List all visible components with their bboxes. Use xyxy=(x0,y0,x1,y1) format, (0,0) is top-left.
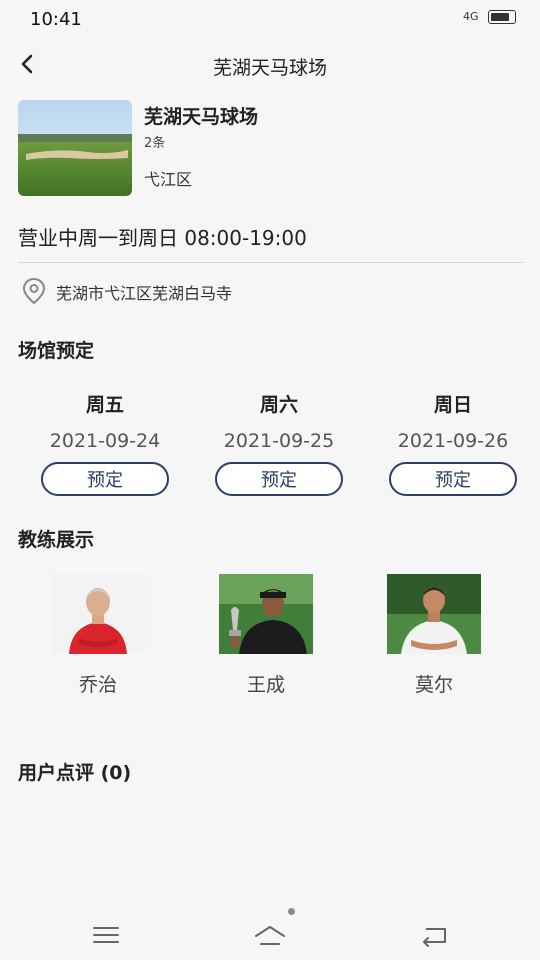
page-title: 芜湖天马球场 xyxy=(212,57,327,79)
status-bar: 10:41 4G xyxy=(0,0,540,40)
status-time: 10:41 xyxy=(30,9,82,30)
booking-day-sun: 周日 2021-09-26 预定 xyxy=(378,392,528,496)
coach-photo xyxy=(51,574,145,654)
status-indicators: 4G xyxy=(463,10,516,24)
coach-card[interactable]: 莫尔 xyxy=(387,574,481,697)
menu-button[interactable] xyxy=(89,920,123,950)
coach-card[interactable]: 乔治 xyxy=(51,574,145,697)
book-button[interactable]: 预定 xyxy=(215,462,343,496)
system-nav-bar xyxy=(0,904,540,960)
weekday-label: 周五 xyxy=(85,394,124,416)
venue-count: 2条 xyxy=(144,136,166,151)
return-icon xyxy=(423,928,446,947)
home-icon xyxy=(255,926,285,945)
nav-bar: 芜湖天马球场 xyxy=(0,40,540,90)
coaches-section-title: 教练展示 xyxy=(18,529,95,551)
back-nav-button[interactable] xyxy=(417,920,451,950)
location-pin-icon xyxy=(22,277,46,305)
booking-day-sat: 周六 2021-09-25 预定 xyxy=(204,392,354,496)
venue-district: 弋江区 xyxy=(144,170,193,189)
booking-day-fri: 周五 2021-09-24 预定 xyxy=(30,392,180,496)
coach-name: 莫尔 xyxy=(414,674,453,696)
home-button[interactable] xyxy=(253,920,287,950)
weekday-label: 周六 xyxy=(259,394,298,416)
reviews-section-title: 用户点评 (0) xyxy=(18,762,132,784)
date-label: 2021-09-26 xyxy=(397,430,509,452)
divider xyxy=(18,262,524,263)
coach-name: 王成 xyxy=(246,674,285,696)
date-label: 2021-09-25 xyxy=(223,430,335,452)
coach-photo xyxy=(387,574,481,654)
coach-name: 乔治 xyxy=(78,674,117,696)
venue-thumbnail[interactable] xyxy=(18,100,132,196)
book-button[interactable]: 预定 xyxy=(41,462,169,496)
address-text: 芜湖市弋江区芜湖白马寺 xyxy=(56,284,233,303)
indicator-dot xyxy=(288,908,295,915)
booking-section-title: 场馆预定 xyxy=(18,340,95,362)
coach-photo xyxy=(219,574,313,654)
book-button[interactable]: 预定 xyxy=(389,462,517,496)
network-label: 4G xyxy=(462,10,479,23)
date-label: 2021-09-24 xyxy=(49,430,161,452)
menu-icon xyxy=(93,927,119,943)
weekday-label: 周日 xyxy=(433,394,472,416)
business-hours: 营业中周一到周日 08:00-19:00 xyxy=(18,226,307,250)
battery-icon xyxy=(488,10,516,24)
venue-name: 芜湖天马球场 xyxy=(144,106,259,128)
coach-card[interactable]: 王成 xyxy=(219,574,313,697)
